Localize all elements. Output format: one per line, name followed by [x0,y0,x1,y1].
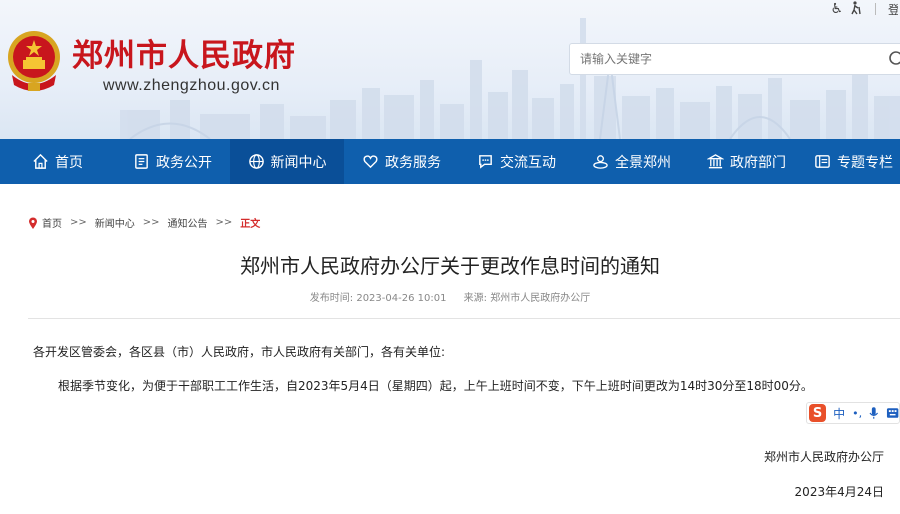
divider [28,318,900,319]
login-link[interactable]: 登 [888,1,898,18]
search-box [569,43,900,75]
elderly-mode-icon[interactable] [849,0,863,18]
ime-mode-toggle[interactable]: 中 [833,405,845,422]
nav-item-interaction[interactable]: 交流互动 [459,139,574,184]
nav-item-departments[interactable]: 政府部门 [689,139,804,184]
document-icon [135,154,148,169]
nav-item-label: 首页 [55,154,83,171]
site-header: 郑州市人民政府 www.zhengzhou.gov.cn ♿ 登 [0,0,900,139]
national-emblem-logo [8,31,60,91]
nav-item-government-affairs[interactable]: 政务公开 [115,139,230,184]
main-nav: 首页 政务公开 新闻中心 政务服务 交流互动 全景郑州 政府部门 专题专栏 [0,139,900,184]
site-url: www.zhengzhou.gov.cn [103,77,280,94]
nav-item-news-center[interactable]: 新闻中心 [230,139,344,184]
toolbar-divider [875,3,876,15]
search-icon[interactable] [888,50,900,68]
nav-item-special-topics[interactable]: 专题专栏 [804,139,900,184]
heart-icon [363,155,378,169]
breadcrumb-separator: >> [215,217,233,228]
article-title: 郑州市人民政府办公厅关于更改作息时间的通知 [240,254,660,278]
columns-icon [815,155,830,168]
breadcrumb-separator: >> [142,217,160,228]
breadcrumb-link-home[interactable]: 首页 [42,215,62,230]
panorama-icon [593,155,608,169]
nav-item-label: 新闻中心 [270,154,327,171]
nav-item-label: 全景郑州 [615,154,671,171]
article-salutation: 各开发区管委会，各区县（市）人民政府，市人民政府有关部门，各有关单位: [33,345,446,359]
breadcrumb-link-news[interactable]: 新闻中心 [95,215,135,230]
keyboard-icon[interactable] [886,407,899,419]
ime-punctuation-toggle[interactable]: •, [852,407,862,420]
nav-item-label: 专题专栏 [837,154,893,171]
site-title: 郑州市人民政府 [72,38,296,74]
article-body: 根据季节变化，为便于干部职工工作生活，自2023年5月4日（星期四）起，上午上班… [58,379,813,393]
article-date: 2023年4月24日 [794,485,884,499]
nav-item-panorama[interactable]: 全景郑州 [574,139,689,184]
sogou-logo-icon[interactable]: S [809,404,827,422]
nav-item-label: 交流互动 [500,154,556,171]
breadcrumb: 首页 >> 新闻中心 >> 通知公告 >> 正文 [28,215,260,230]
nav-item-label: 政务公开 [156,154,212,171]
publish-time: 发布时间: 2023-04-26 10:01 [309,293,447,304]
chat-icon [479,155,492,169]
microphone-icon[interactable] [869,406,879,420]
globe-icon [248,154,264,169]
breadcrumb-link-notices[interactable]: 通知公告 [168,215,208,230]
nav-item-label: 政府部门 [730,154,786,171]
article-signature: 郑州市人民政府办公厅 [763,450,884,464]
home-icon [33,153,48,169]
top-toolbar: ♿ 登 [830,0,900,18]
nav-item-government-services[interactable]: 政务服务 [344,139,459,184]
article-source: 来源: 郑州市人民政府办公厅 [463,293,591,304]
nav-item-label: 政务服务 [385,154,441,171]
location-pin-icon [29,217,37,229]
breadcrumb-separator: >> [70,217,87,228]
accessibility-icon[interactable]: ♿ [830,2,843,16]
nav-item-home[interactable]: 首页 [0,139,115,184]
article-meta: 发布时间: 2023-04-26 10:01 来源: 郑州市人民政府办公厅 [0,289,900,304]
breadcrumb-current: 正文 [240,219,261,230]
ime-toolbar[interactable]: S 中 •, [806,402,900,424]
building-icon [707,154,724,169]
search-input[interactable] [570,52,870,66]
